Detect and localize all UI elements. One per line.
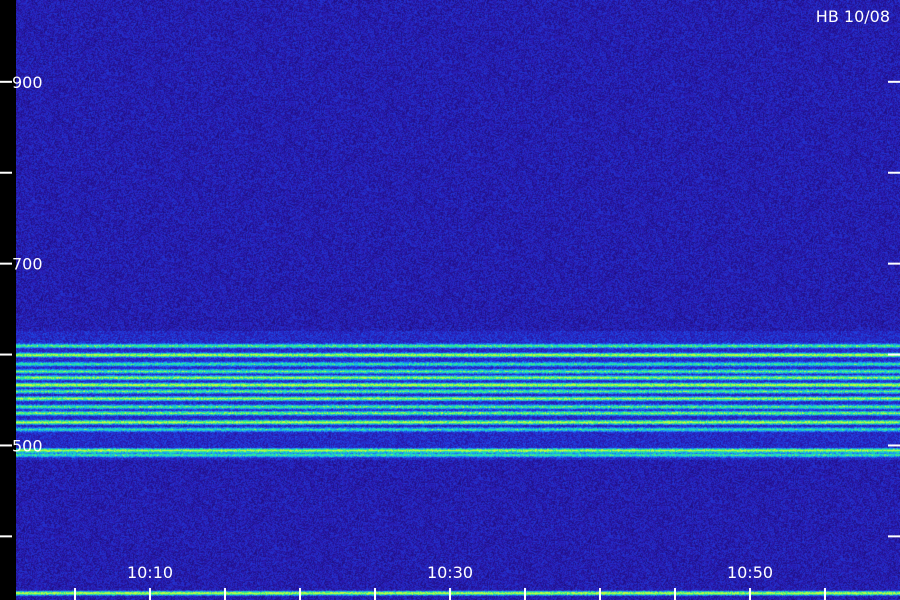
- x-tick-label: 10:10: [127, 563, 173, 582]
- x-axis: 10:10 10:30 10:50: [74, 563, 826, 600]
- y-tick-label: 500: [12, 436, 43, 455]
- y-tick-label: 900: [12, 73, 43, 92]
- corner-label: HB 10/08: [816, 7, 890, 26]
- x-tick-label: 10:50: [727, 563, 773, 582]
- chart-overlay: 900 700 500 10:10 10:30 10:50 HB 10/08: [0, 0, 900, 600]
- x-tick-label: 10:30: [427, 563, 473, 582]
- y-axis: 900 700 500: [0, 73, 900, 538]
- y-tick-label: 700: [12, 255, 43, 274]
